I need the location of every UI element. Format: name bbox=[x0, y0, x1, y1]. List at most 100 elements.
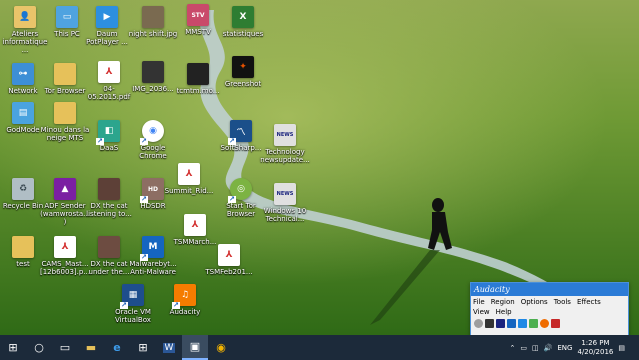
desktop-icon-night-shift[interactable]: night shift.jpg bbox=[129, 6, 177, 56]
greenshot-icon: ✦ bbox=[232, 56, 254, 78]
adf-icon: ▲ bbox=[54, 178, 76, 200]
hdsdr-icon: HD bbox=[140, 178, 164, 203]
show-hidden-icons-icon[interactable]: ⌃ bbox=[510, 344, 516, 352]
icon-label: Summit_Rid... bbox=[164, 187, 214, 195]
audacity-menu-bar: File Region Options Tools Effects View H… bbox=[471, 296, 628, 318]
word-button[interactable]: W bbox=[156, 335, 182, 360]
icon-label: Technology newsupdate... bbox=[260, 148, 310, 164]
control-panel-icon: ▤ bbox=[12, 102, 34, 124]
store-button[interactable]: ⊞ bbox=[130, 335, 156, 360]
audacity-taskbar-button[interactable]: ▣ bbox=[182, 335, 208, 360]
record-icon[interactable] bbox=[474, 319, 483, 328]
file-explorer-button[interactable]: ▬ bbox=[78, 335, 104, 360]
search-button[interactable]: ○ bbox=[26, 335, 52, 360]
desktop[interactable]: 👤 Ateliers informatique ... ▭ This PC ▶ … bbox=[0, 0, 639, 335]
icon-label: Google Chrome bbox=[139, 144, 167, 160]
pdf-icon: ⅄ bbox=[54, 236, 76, 258]
menu-effects[interactable]: Effects bbox=[577, 297, 601, 307]
track-icon[interactable] bbox=[496, 319, 505, 328]
desktop-icon-softsharp[interactable]: 〽 SoftSharp... bbox=[218, 120, 264, 170]
desktop-icon-adf-sender[interactable]: ▲ ADF Sender (wamwrosta...) bbox=[40, 178, 90, 228]
menu-options[interactable]: Options bbox=[521, 297, 548, 307]
desktop-icon-windows10[interactable]: NEWS Windows 10 Technical... bbox=[262, 183, 308, 233]
desktop-icon-dx-cat-listening[interactable]: DX the cat listening to... bbox=[86, 178, 132, 228]
start-button[interactable]: ⊞ bbox=[0, 335, 26, 360]
clock[interactable]: 1:26 PM 4/20/2016 bbox=[577, 339, 613, 357]
desktop-icon-potplayer[interactable]: ▶ Daum PotPlayer ... bbox=[84, 6, 130, 56]
language-indicator[interactable]: ENG bbox=[557, 344, 572, 352]
audacity-icon: ♫ bbox=[172, 284, 196, 309]
system-tray: ⌃ ▭ ◫ 🔊 ENG 1:26 PM 4/20/2016 ▤ bbox=[510, 339, 639, 357]
image-file-icon bbox=[142, 61, 164, 83]
desktop-icon-daas[interactable]: ◧ DaaS bbox=[86, 120, 132, 170]
app-icon: ◧ bbox=[96, 120, 120, 145]
desktop-icon-dx-cat-under[interactable]: DX the cat under the... bbox=[86, 236, 132, 286]
network-icon[interactable]: ◫ bbox=[532, 344, 539, 352]
word-icon: W bbox=[162, 342, 176, 353]
pdf-icon: ⅄ bbox=[184, 214, 206, 236]
icon-label: Greenshot bbox=[224, 80, 262, 88]
action-center-icon[interactable]: ▤ bbox=[618, 344, 625, 352]
desktop-icon-cams[interactable]: ⅄ CAMS_Mast... [12b6003].p... bbox=[40, 236, 90, 286]
icon-label: Oracle VM VirtualBox bbox=[115, 308, 151, 324]
menu-view[interactable]: View bbox=[473, 307, 490, 317]
cursor-icon[interactable] bbox=[551, 319, 560, 328]
pdf-icon: ⅄ bbox=[218, 244, 240, 266]
edge-icon: e bbox=[113, 341, 121, 354]
menu-file[interactable]: File bbox=[473, 297, 485, 307]
play-icon: ▶ bbox=[96, 6, 118, 28]
desktop-icon-summit[interactable]: ⅄ Summit_Rid... bbox=[164, 163, 214, 213]
video-file-icon bbox=[187, 63, 209, 85]
menu-region[interactable]: Region bbox=[491, 297, 515, 307]
audacity-window[interactable]: Audacity File Region Options Tools Effec… bbox=[470, 282, 629, 335]
chart-app-icon: 〽 bbox=[228, 120, 252, 145]
audacity-icon: ▣ bbox=[189, 340, 201, 353]
audacity-toolbar bbox=[471, 318, 628, 329]
settings-icon[interactable] bbox=[540, 319, 549, 328]
video-file-icon bbox=[98, 178, 120, 200]
desktop-icon-tsm-feb[interactable]: ⅄ TSMFeb201... bbox=[205, 244, 253, 294]
desktop-icon-greenshot[interactable]: ✦ Greenshot bbox=[220, 56, 266, 106]
volume-icon[interactable]: 🔊 bbox=[544, 344, 553, 352]
folder-icon bbox=[54, 63, 76, 85]
effect-icon[interactable] bbox=[529, 319, 538, 328]
windows-logo-icon: ⊞ bbox=[8, 341, 18, 354]
selection-icon[interactable] bbox=[507, 319, 516, 328]
desktop-icon-img[interactable]: IMG_2036... bbox=[130, 61, 176, 111]
pdf-icon: ⅄ bbox=[98, 61, 120, 83]
desktop-icon-pdf-0405[interactable]: ⅄ 04-05.2015.pdf bbox=[86, 61, 132, 111]
desktop-icon-minou[interactable]: Minou dans la neige MTS bbox=[40, 102, 90, 152]
clock-time: 1:26 PM bbox=[581, 338, 610, 347]
chrome-icon: ◉ bbox=[216, 341, 226, 354]
network-icon: ⊶ bbox=[12, 63, 34, 85]
desktop-icon-tech-news[interactable]: NEWS Technology newsupdate... bbox=[260, 124, 310, 174]
menu-tools[interactable]: Tools bbox=[554, 297, 571, 307]
recycle-bin-icon: ♻ bbox=[12, 178, 34, 200]
menu-help[interactable]: Help bbox=[496, 307, 512, 317]
chrome-icon: ◉ bbox=[140, 120, 164, 145]
icon-label: Minou dans la neige MTS bbox=[40, 126, 90, 142]
desktop-icon-virtualbox[interactable]: ▦ Oracle VM VirtualBox bbox=[110, 284, 156, 334]
tor-icon: ◎ bbox=[228, 178, 252, 203]
desktop-icon-tcmtm[interactable]: tcmtm.mo... bbox=[175, 63, 221, 113]
desktop-icon-mmstv[interactable]: STV MMSTV bbox=[175, 4, 221, 54]
folder-user-icon: 👤 bbox=[14, 6, 36, 28]
tech-news-icon: NEWS bbox=[274, 183, 296, 205]
desktop-icon-start-tor[interactable]: ◎ Start Tor Browser bbox=[218, 178, 264, 228]
virtualbox-icon: ▦ bbox=[120, 284, 144, 309]
pdf-icon: ⅄ bbox=[178, 163, 200, 185]
audacity-title: Audacity bbox=[474, 285, 510, 294]
chrome-taskbar-button[interactable]: ◉ bbox=[208, 335, 234, 360]
zoom-icon[interactable] bbox=[518, 319, 527, 328]
desktop-icon-audacity[interactable]: ♫ Audacity bbox=[162, 284, 208, 334]
icon-label: tcmtm.mo... bbox=[176, 87, 220, 95]
task-view-button[interactable]: ▭ bbox=[52, 335, 78, 360]
battery-icon[interactable]: ▭ bbox=[520, 344, 527, 352]
taskbar: ⊞ ○ ▭ ▬ e ⊞ W ▣ ◉ ⌃ ▭ ◫ 🔊 ENG 1:26 PM 4/… bbox=[0, 335, 639, 360]
excel-icon: X bbox=[232, 6, 254, 28]
audacity-title-bar[interactable]: Audacity bbox=[471, 283, 628, 296]
waveform-icon[interactable] bbox=[485, 319, 494, 328]
tech-news-icon: NEWS bbox=[274, 124, 296, 146]
edge-button[interactable]: e bbox=[104, 335, 130, 360]
desktop-icon-statistiques[interactable]: X statistiques bbox=[220, 6, 266, 56]
